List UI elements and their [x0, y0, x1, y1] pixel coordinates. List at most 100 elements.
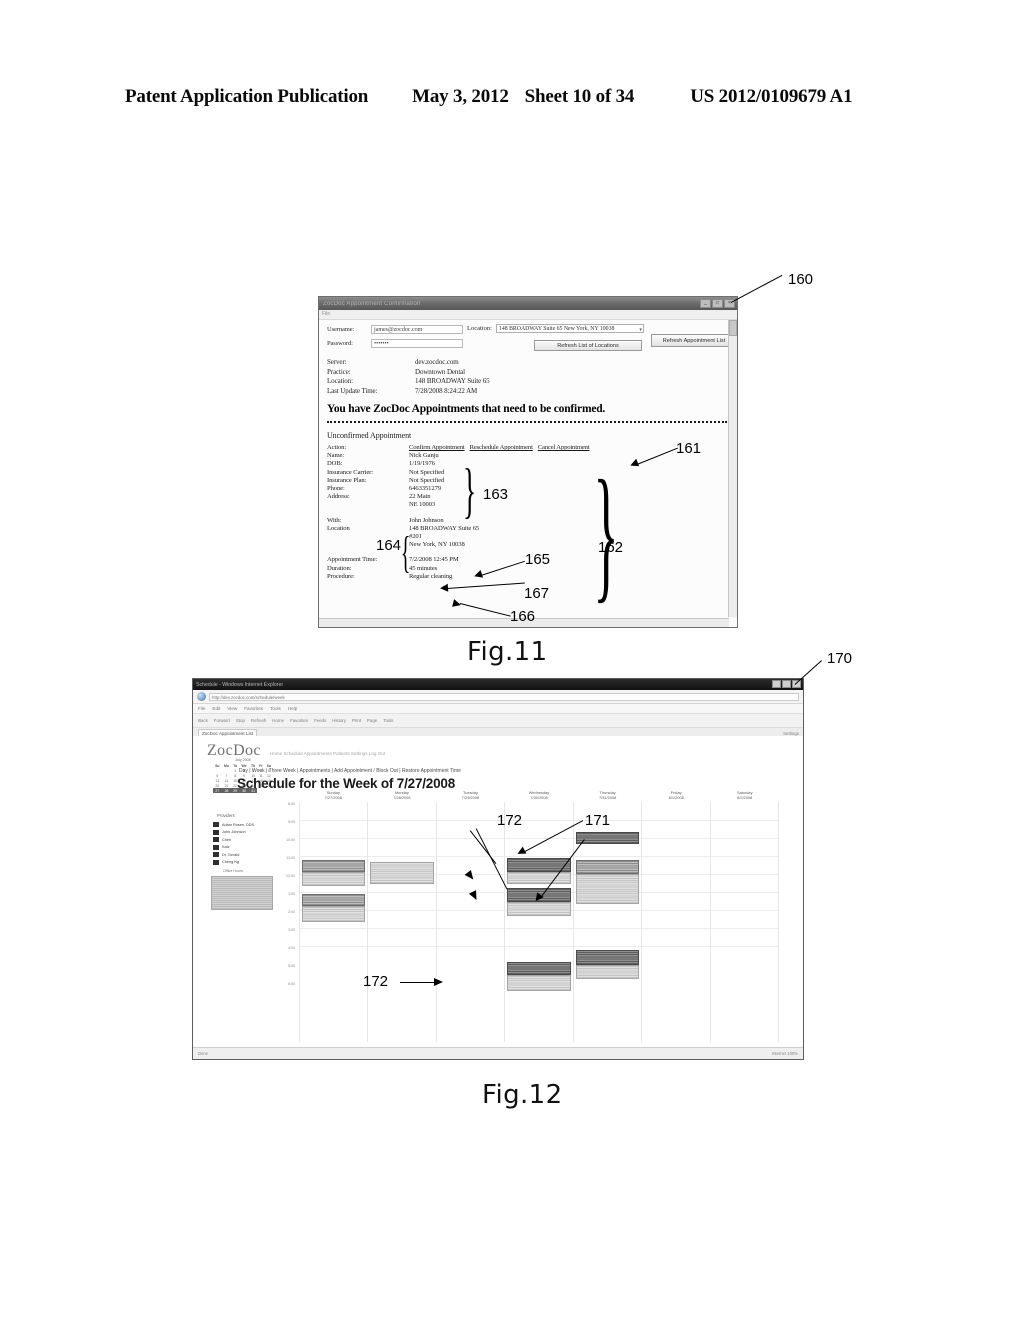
toolbar-feeds-button[interactable]: Feeds — [314, 718, 326, 723]
appointment-block[interactable] — [302, 872, 366, 886]
appointment-block[interactable] — [370, 862, 434, 884]
appointment-block[interactable] — [575, 832, 640, 844]
callout-166: 166 — [510, 608, 536, 625]
confirm-appointment-link[interactable]: Confirm Appointment — [409, 444, 465, 452]
list-item[interactable]: John Johnson — [213, 829, 254, 835]
location-select[interactable]: 148 BROADWAY Suite 65 New York, NY 10038… — [495, 324, 644, 333]
toolbar-history-button[interactable]: History — [332, 718, 346, 723]
day-date: 7/28/2008 — [393, 795, 411, 800]
day-column-sunday[interactable] — [299, 802, 368, 1042]
menu-item-tools[interactable]: Tools — [270, 706, 281, 711]
toolbar-back-button[interactable]: Back — [198, 718, 208, 723]
day-header: Thursday 7/31/2008 — [573, 790, 642, 800]
mini-calendar-day[interactable] — [257, 788, 264, 793]
cancel-appointment-link[interactable]: Cancel Appointment — [538, 444, 590, 452]
toolbar-refresh-button[interactable]: Refresh — [251, 718, 266, 723]
toolbar-favorites-button[interactable]: Favorites — [290, 718, 308, 723]
mini-calendar-day[interactable]: 30 — [239, 788, 249, 793]
list-item[interactable]: Katz — [213, 844, 254, 850]
maximize-icon[interactable] — [782, 680, 791, 688]
color-swatch-icon — [213, 844, 219, 850]
list-item[interactable]: Cheng Ng — [213, 859, 254, 865]
password-input[interactable]: ••••••• — [371, 339, 463, 348]
appointment-block[interactable] — [575, 874, 640, 904]
provider-key: With: — [327, 516, 342, 524]
time-label: 5:00 — [288, 964, 295, 968]
day-column-monday[interactable] — [367, 802, 436, 1042]
mini-calendar-day[interactable]: 28 — [221, 788, 232, 793]
app-nav[interactable]: Home Schedule Appointments Patients Sett… — [270, 751, 385, 756]
patient-value: Not Specified — [409, 476, 445, 484]
action-links: Confirm Appointment Reschedule Appointme… — [409, 444, 590, 452]
appointment-block[interactable] — [507, 975, 571, 991]
provider-address-line2: #201 — [409, 533, 422, 541]
appointment-block[interactable] — [302, 860, 366, 872]
day-column-tuesday[interactable] — [435, 802, 505, 1042]
toolbar-print-button[interactable]: Print — [352, 718, 361, 723]
appointment-block[interactable] — [302, 894, 366, 906]
list-item[interactable]: Adam Rosen, DDS — [213, 822, 254, 827]
refresh-locations-button[interactable]: Refresh List of Locations — [534, 340, 642, 351]
menu-item-edit[interactable]: Edit — [212, 706, 220, 711]
day-column-friday[interactable] — [641, 802, 710, 1042]
reschedule-appointment-link[interactable]: Reschedule Appointment — [470, 444, 533, 452]
menu-item-favorites[interactable]: Favorites — [244, 706, 263, 711]
mini-calendar-day[interactable]: 29 — [231, 788, 240, 793]
day-column-saturday[interactable] — [709, 802, 779, 1042]
menu-item-help[interactable]: Help — [288, 706, 297, 711]
appointment-value: 45 minutes — [409, 564, 438, 572]
mini-calendar[interactable]: July 2008 Su Mo Tu We Th Fr Sa 1 2 3 4 5… — [213, 758, 273, 793]
provider-row: With: John Johnson — [327, 517, 731, 525]
appointment-block[interactable] — [507, 872, 571, 884]
toolbar-forward-button[interactable]: Forward — [214, 718, 230, 723]
appointment-block[interactable] — [575, 860, 640, 874]
patient-key: Insurance Carrier: — [327, 468, 373, 476]
patient-value: 1/19/1976 — [409, 460, 435, 468]
toolbar-stop-button[interactable]: Stop — [236, 718, 245, 723]
appointment-block[interactable] — [302, 906, 366, 922]
appointment-block[interactable] — [507, 902, 571, 916]
appointment-block[interactable] — [507, 962, 571, 975]
day-header: Monday 7/28/2008 — [368, 790, 437, 800]
mini-calendar-day[interactable] — [265, 788, 273, 793]
browser-window: Schedule - Windows Internet Explorer htt… — [192, 678, 804, 1060]
appointment-block[interactable] — [575, 950, 640, 965]
scrollbar-thumb[interactable] — [729, 320, 737, 336]
patient-key: DOB: — [327, 460, 343, 468]
page-content: ZocDoc Home Schedule Appointments Patien… — [193, 736, 803, 1048]
day-column-wednesday[interactable] — [504, 802, 573, 1042]
toolbar-home-button[interactable]: Home — [272, 718, 284, 723]
brace-163: } — [463, 458, 477, 525]
window-menu-bar[interactable]: File — [319, 310, 737, 320]
appointment-value: 7/2/2008 12:45 PM — [409, 556, 459, 564]
minimize-button[interactable]: _ — [700, 299, 711, 308]
address-input[interactable]: http://dev.zocdoc.com/schedule/week — [209, 692, 799, 701]
refresh-appointments-button[interactable]: Refresh Appointment List — [651, 334, 737, 347]
mini-calendar-day[interactable]: 31 — [249, 788, 258, 793]
list-item[interactable]: Dr. Gerald — [213, 852, 254, 858]
day-column-thursday[interactable] — [572, 802, 642, 1042]
menu-item-file[interactable]: File — [198, 706, 205, 711]
divider — [327, 421, 727, 426]
provider-row: Location 148 BROADWAY Suite 65 — [327, 525, 731, 533]
maximize-button[interactable]: □ — [712, 299, 723, 308]
password-label: Password: — [327, 340, 353, 347]
appointment-row: Procedure: Regular cleaning — [327, 573, 731, 581]
provider-name: Dr. Gerald — [222, 852, 240, 857]
list-item[interactable]: Chen — [213, 837, 254, 843]
username-input[interactable]: james@zocdoc.com — [371, 325, 463, 334]
toolbar-tools-button[interactable]: Tools — [383, 718, 393, 723]
menu-item-view[interactable]: View — [227, 706, 237, 711]
toolbar-page-button[interactable]: Page — [367, 718, 377, 723]
patient-row: Insurance Carrier: Not Specified — [327, 469, 731, 477]
patient-key: Phone: — [327, 485, 345, 493]
figure-11-label: Fig.11 — [467, 637, 548, 667]
leader-172b — [400, 982, 438, 984]
header-date: May 3, 2012 — [412, 86, 509, 107]
minimize-icon[interactable] — [772, 680, 781, 688]
sidebar-panel — [211, 876, 273, 910]
vertical-scrollbar[interactable] — [728, 320, 737, 617]
provider-value: John Johnson — [409, 516, 444, 524]
mini-calendar-day[interactable]: 27 — [213, 788, 222, 793]
appointment-block[interactable] — [575, 965, 640, 979]
